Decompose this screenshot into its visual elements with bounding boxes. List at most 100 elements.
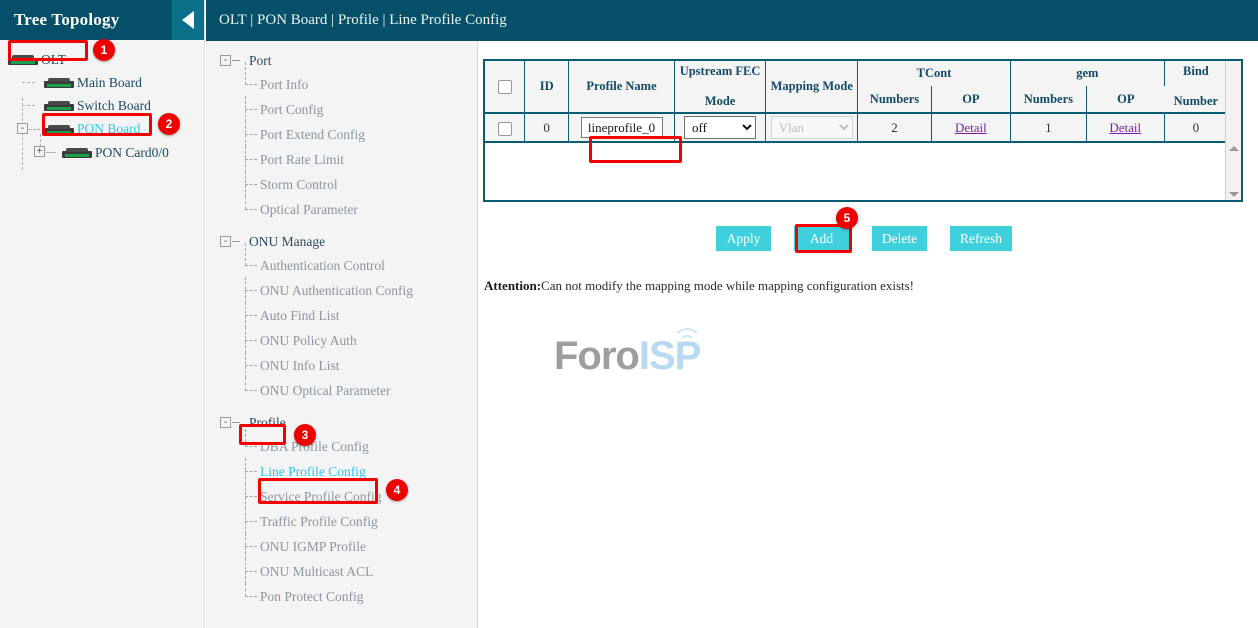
tree-connector	[22, 105, 35, 106]
profile-name-input[interactable]	[581, 117, 663, 138]
menu-item-label: ONU Policy Auth	[260, 333, 357, 349]
tree-expander-pon-card[interactable]: +	[34, 146, 45, 157]
collapse-panel-button[interactable]	[172, 0, 204, 40]
header-upstream-fec-line1: Upstream FEC	[680, 64, 761, 78]
menu-item-line-profile-config[interactable]: Line Profile Config	[206, 459, 477, 484]
mapping-mode-select: Vlan	[771, 116, 853, 139]
content-area: ID Profile Name Upstream FEC Mode Mappin…	[479, 41, 1258, 628]
header-gem-group: gem	[1011, 61, 1165, 86]
device-icon	[44, 123, 74, 136]
tree-connector	[22, 82, 35, 83]
menu-group-onu-manage: - ONU Manage Authentication Control ONU …	[206, 231, 477, 403]
menu-item-port-config[interactable]: Port Config	[206, 97, 477, 122]
menu-group-header-profile[interactable]: - Profile	[206, 412, 477, 434]
header-tcont-numbers: Numbers	[858, 86, 932, 113]
tree-node-label: PON Board	[77, 121, 140, 137]
application-window: Tree Topology OLT Main Board	[0, 0, 1258, 628]
attention-text: Can not modify the mapping mode while ma…	[541, 278, 914, 293]
caret-up-icon	[1229, 146, 1239, 151]
menu-item-traffic-profile-config[interactable]: Traffic Profile Config	[206, 509, 477, 534]
menu-item-label: ONU Multicast ACL	[260, 564, 373, 580]
menu-connector	[232, 60, 240, 61]
scrollbar-up-button[interactable]	[1226, 141, 1241, 155]
menu-item-onu-authentication-config[interactable]: ONU Authentication Config	[206, 278, 477, 303]
device-tree: OLT Main Board Switch Board	[0, 40, 204, 164]
refresh-button[interactable]: Refresh	[950, 226, 1012, 251]
menu-item-optical-parameter[interactable]: Optical Parameter	[206, 197, 477, 222]
device-icon	[8, 53, 38, 66]
menu-item-authentication-control[interactable]: Authentication Control	[206, 253, 477, 278]
menu-item-onu-multicast-acl[interactable]: ONU Multicast ACL	[206, 559, 477, 584]
header-select-all-cell	[485, 61, 525, 113]
menu-item-label: DBA Profile Config	[260, 439, 369, 455]
cell-mapping-mode: Vlan	[766, 113, 858, 143]
menu-item-onu-optical-parameter[interactable]: ONU Optical Parameter	[206, 378, 477, 403]
menu-item-storm-control[interactable]: Storm Control	[206, 172, 477, 197]
menu-item-port-info[interactable]: Port Info	[206, 72, 477, 97]
add-button[interactable]: Add	[794, 226, 849, 251]
tree-node-main-board[interactable]: Main Board	[0, 71, 204, 94]
tree-node-label: Main Board	[77, 75, 142, 91]
upstream-fec-mode-select[interactable]: off	[684, 116, 756, 139]
tcont-detail-link[interactable]: Detail	[955, 120, 987, 135]
menu-connector	[232, 422, 240, 423]
breadcrumb-bar: OLT | PON Board | Profile | Line Profile…	[206, 0, 1258, 41]
menu-item-service-profile-config[interactable]: Service Profile Config	[206, 484, 477, 509]
cell-bind-number: 0	[1165, 113, 1227, 143]
menu-item-pon-protect-config[interactable]: Pon Protect Config	[206, 584, 477, 609]
table-header-row-1: ID Profile Name Upstream FEC Mode Mappin…	[485, 61, 1227, 86]
cell-id: 0	[525, 113, 569, 143]
header-tcont-group: TCont	[858, 61, 1011, 86]
gem-detail-link[interactable]: Detail	[1109, 120, 1141, 135]
select-all-checkbox[interactable]	[498, 80, 512, 94]
menu-item-label: Port Info	[260, 77, 308, 93]
menu-item-label: ONU Authentication Config	[260, 283, 413, 299]
tree-node-pon-board[interactable]: - PON Board	[0, 117, 204, 141]
tree-topology-panel: Tree Topology OLT Main Board	[0, 0, 205, 628]
menu-expander-profile[interactable]: -	[220, 417, 231, 428]
header-profile-name: Profile Name	[569, 61, 674, 113]
apply-button[interactable]: Apply	[716, 226, 771, 251]
tree-connector	[29, 129, 40, 130]
menu-connector	[232, 241, 240, 242]
menu-item-label: ONU Info List	[260, 358, 340, 374]
menu-item-onu-igmp-profile[interactable]: ONU IGMP Profile	[206, 534, 477, 559]
watermark-part1: Foro	[554, 334, 639, 378]
cell-gem-op: Detail	[1087, 113, 1165, 143]
device-icon	[44, 76, 74, 89]
cell-gem-numbers: 1	[1011, 113, 1087, 143]
tree-expander-pon-board[interactable]: -	[17, 123, 28, 134]
table-vertical-scrollbar[interactable]	[1225, 61, 1241, 200]
header-mapping-mode: Mapping Mode	[766, 61, 858, 113]
menu-group-port: - Port Port Info Port Config Port Extend…	[206, 50, 477, 222]
delete-button[interactable]: Delete	[872, 226, 927, 251]
navigation-menu-panel: - Port Port Info Port Config Port Extend…	[206, 41, 478, 628]
tree-node-switch-board[interactable]: Switch Board	[0, 94, 204, 117]
menu-item-auto-find-list[interactable]: Auto Find List	[206, 303, 477, 328]
table-scroll-area: ID Profile Name Upstream FEC Mode Mappin…	[485, 61, 1227, 200]
device-icon	[62, 146, 92, 159]
wifi-arc-icon	[670, 326, 704, 342]
menu-item-port-extend-config[interactable]: Port Extend Config	[206, 122, 477, 147]
header-upstream-fec-mode: Upstream FEC Mode	[675, 61, 767, 113]
menu-group-header-onu-manage[interactable]: - ONU Manage	[206, 231, 477, 253]
tree-topology-header: Tree Topology	[0, 0, 204, 40]
scrollbar-down-button[interactable]	[1226, 187, 1241, 201]
tree-node-olt[interactable]: OLT	[0, 48, 204, 71]
header-gem-op: OP	[1087, 86, 1165, 113]
menu-item-label: Auto Find List	[260, 308, 340, 324]
tree-connector	[46, 152, 56, 153]
menu-group-header-port[interactable]: - Port	[206, 50, 477, 72]
cell-tcont-op: Detail	[932, 113, 1011, 143]
cell-profile-name	[569, 113, 674, 143]
menu-item-onu-policy-auth[interactable]: ONU Policy Auth	[206, 328, 477, 353]
menu-item-onu-info-list[interactable]: ONU Info List	[206, 353, 477, 378]
tree-node-pon-card[interactable]: + PON Card0/0	[0, 141, 204, 164]
menu-item-dba-profile-config[interactable]: DBA Profile Config	[206, 434, 477, 459]
menu-item-port-rate-limit[interactable]: Port Rate Limit	[206, 147, 477, 172]
menu-expander-onu-manage[interactable]: -	[220, 236, 231, 247]
cell-tcont-numbers: 2	[858, 113, 932, 143]
menu-item-label: Service Profile Config	[260, 489, 381, 505]
menu-expander-port[interactable]: -	[220, 55, 231, 66]
row-checkbox[interactable]	[498, 122, 512, 136]
